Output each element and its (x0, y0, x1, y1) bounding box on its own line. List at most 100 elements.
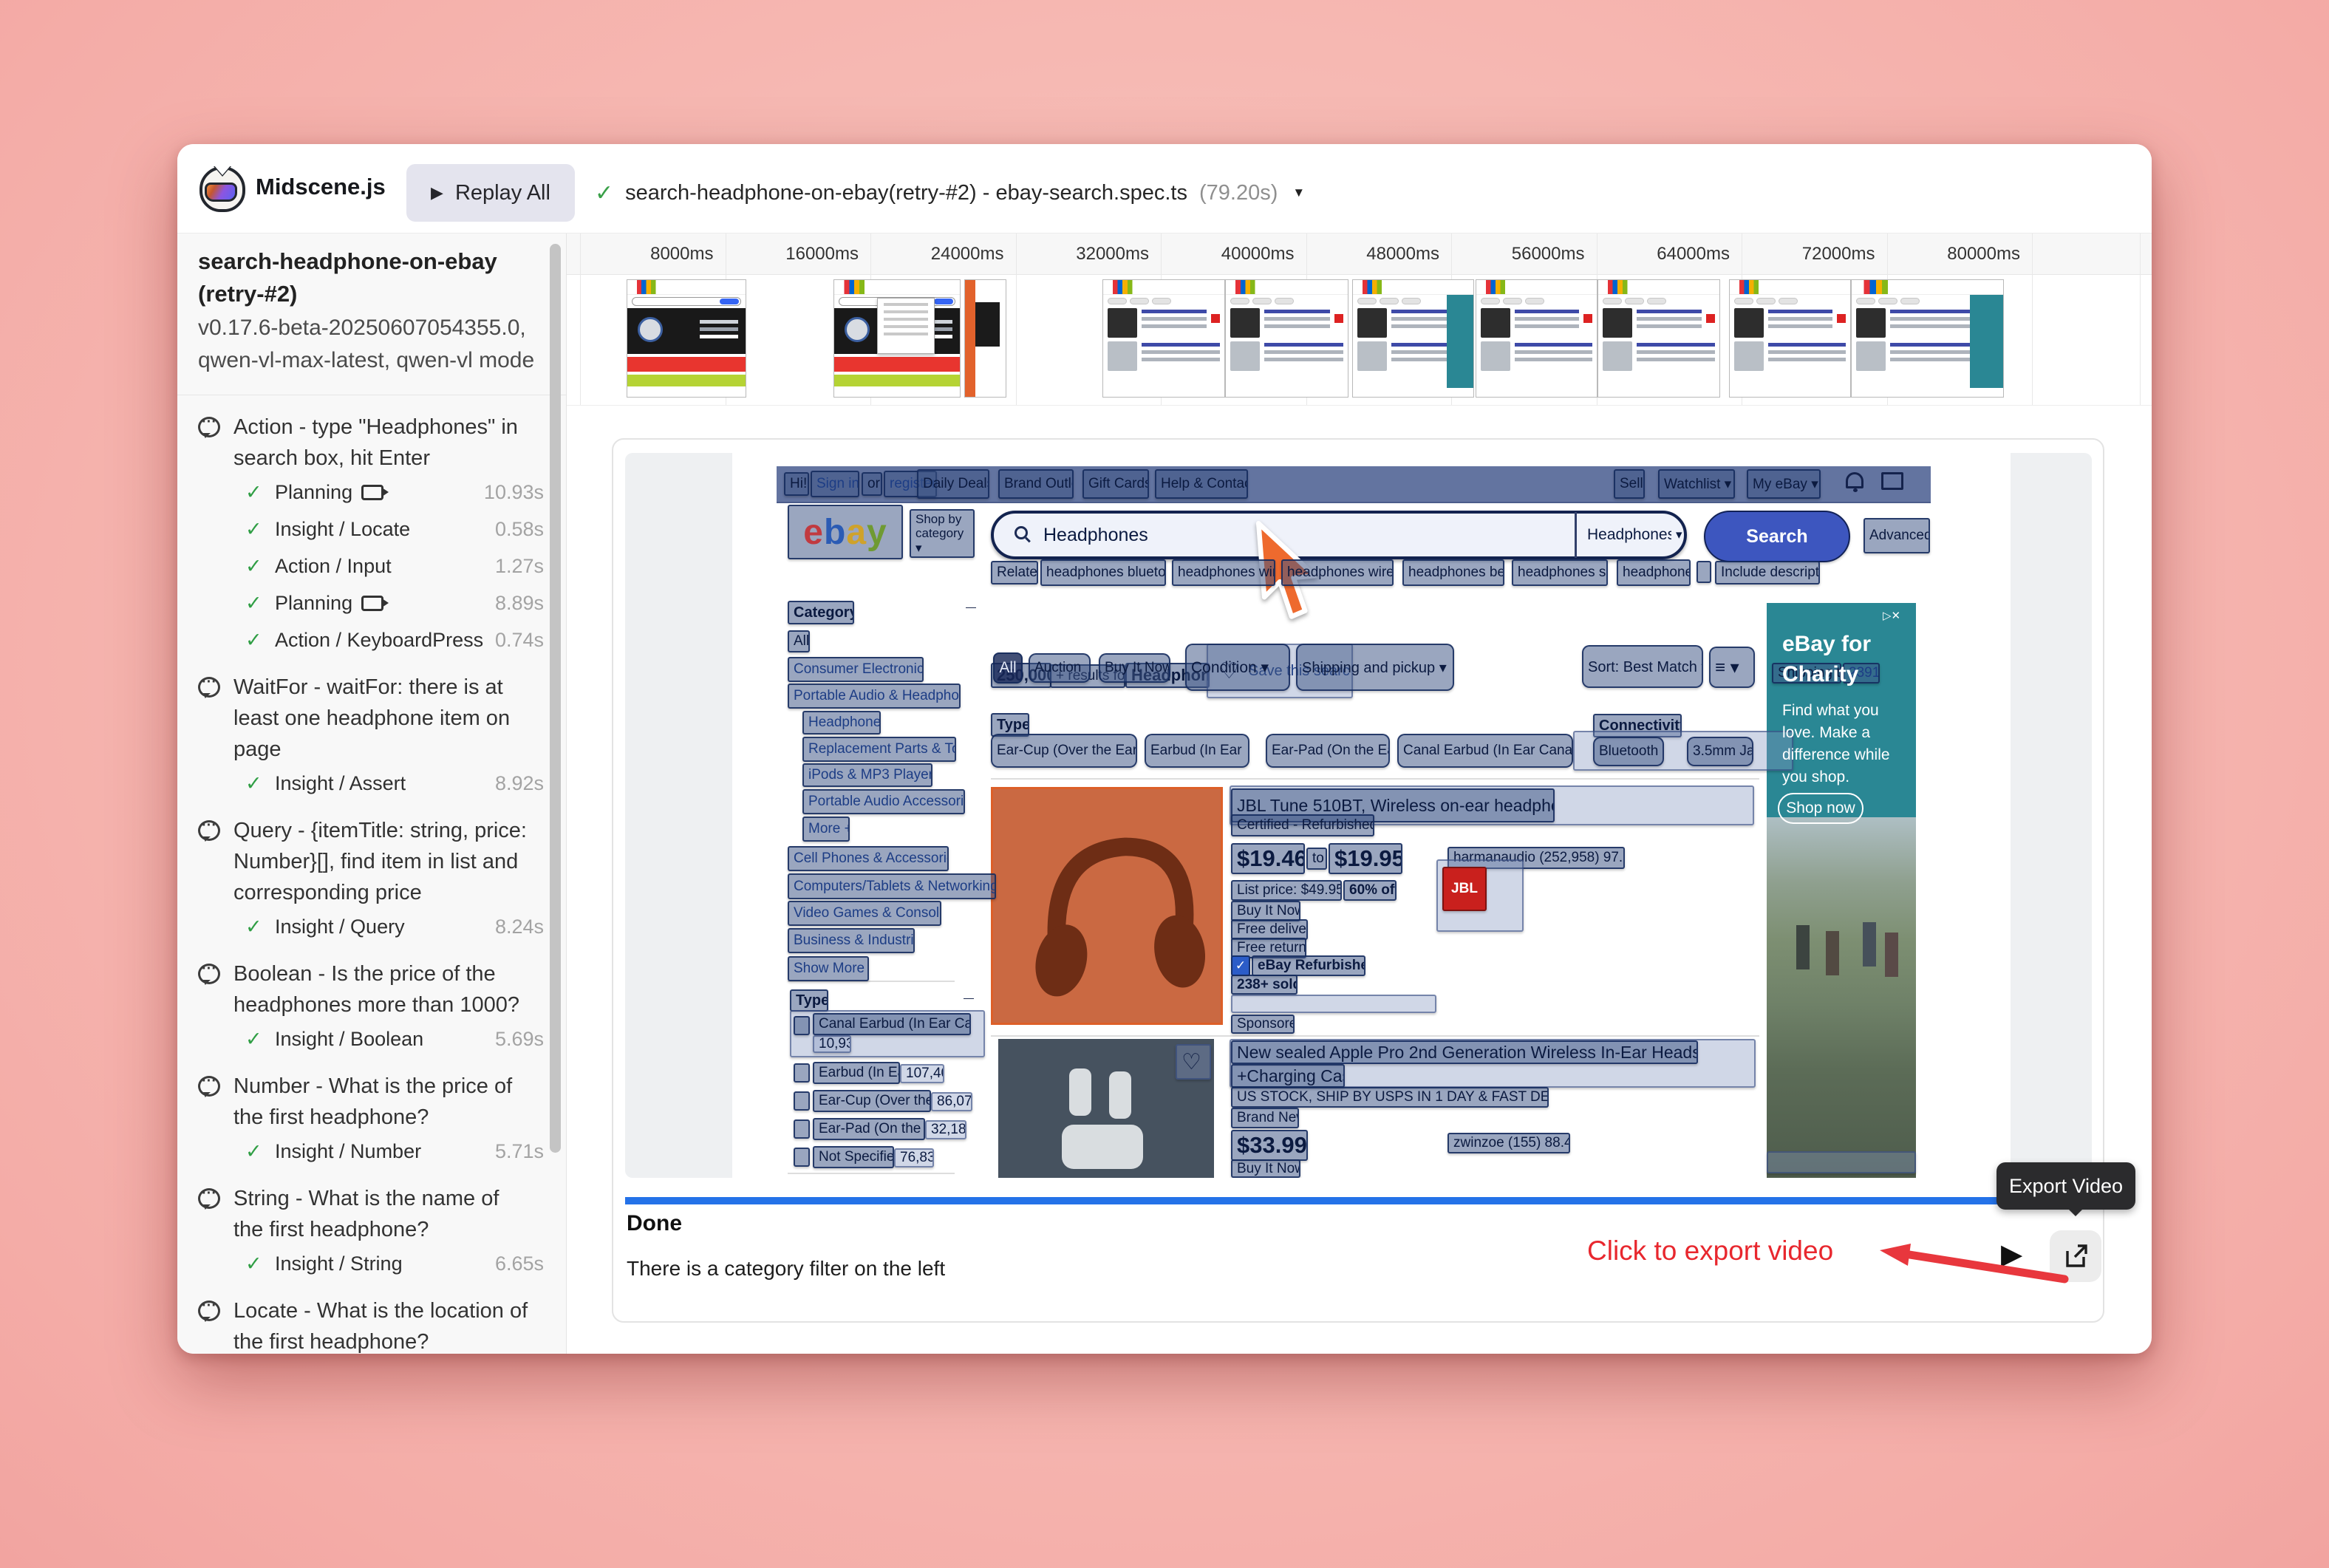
category-replacement-parts[interactable]: Replacement Parts & Tools (802, 737, 956, 762)
sidebar-scrollbar[interactable] (550, 244, 561, 1153)
search-scope[interactable]: Headphones (1583, 524, 1671, 546)
shop-by-category[interactable]: Shop by category ▾ (910, 509, 975, 558)
nav-my-ebay[interactable]: My eBay ▾ (1747, 469, 1821, 499)
step-row[interactable]: ✓Action / Input1.27s (198, 548, 547, 584)
connectivity-chip-jack[interactable]: 3.5mm Ja (1687, 737, 1753, 766)
related-chip-sony[interactable]: headphones sony (1512, 559, 1608, 586)
related-chip-wireless[interactable]: headphones wireless (1281, 559, 1394, 586)
type-row5-label[interactable]: Not Specified (813, 1146, 894, 1168)
category-ipods[interactable]: iPods & MP3 Players (802, 763, 932, 787)
step-row[interactable]: ✓Insight / Assert8.92s (198, 765, 547, 802)
category-portable-audio[interactable]: Portable Audio & Headphones (788, 684, 961, 709)
type-row5-checkbox[interactable] (794, 1148, 810, 1167)
group-text[interactable]: Action - type "Headphones" in search box… (233, 412, 533, 474)
timeline-thumbnail-6[interactable] (1476, 279, 1597, 398)
category-computers[interactable]: Computers/Tablets & Networking (788, 873, 996, 899)
type-row1-checkbox[interactable] (794, 1016, 810, 1035)
group-text[interactable]: WaitFor - waitFor: there is at least one… (233, 672, 533, 765)
item2-heart[interactable]: ♡ (1176, 1044, 1211, 1080)
step-row[interactable]: ✓Insight / Locate0.58s (198, 511, 547, 548)
advanced-link[interactable]: Advanced (1863, 518, 1930, 553)
filter-all[interactable]: All (993, 652, 1023, 684)
group-text[interactable]: Number - What is the price of the first … (233, 1071, 533, 1133)
category-headphones[interactable]: Headphones (802, 711, 881, 734)
group-text[interactable]: Locate - What is the location of the fir… (233, 1295, 533, 1354)
nav-help-contact[interactable]: Help & Contact (1155, 469, 1248, 499)
type-row4-checkbox[interactable] (794, 1119, 810, 1139)
timeline-thumbnail-8[interactable] (1729, 279, 1851, 398)
type-chip-ear-cup[interactable]: Ear-Cup (Over the Ear (991, 734, 1137, 768)
filter-buy-it-now[interactable]: Buy It Now (1099, 653, 1170, 683)
run-title-row[interactable]: ✓ search-headphone-on-ebay(retry-#2) - e… (595, 164, 1305, 222)
related-label: Related: (991, 561, 1038, 584)
timeline-thumbnail-5[interactable] (1352, 279, 1474, 398)
type-chip-earbud[interactable]: Earbud (In Ear (1145, 734, 1249, 768)
group-text[interactable]: Boolean - Is the price of the headphones… (233, 958, 533, 1020)
step-row[interactable]: ✓Insight / Query8.24s (198, 908, 547, 945)
timeline-thumbnail-4[interactable] (1225, 279, 1348, 398)
related-chip-beats[interactable]: headphones beats (1402, 559, 1504, 586)
type-row3-checkbox[interactable] (794, 1091, 810, 1111)
nav-brand-outlet[interactable]: Brand Outlet (998, 469, 1074, 499)
nav-watchlist[interactable]: Watchlist ▾ (1658, 469, 1735, 499)
step-row[interactable]: ✓Planning8.89s (198, 584, 547, 621)
timeline-thumbnail-2[interactable] (964, 279, 1006, 398)
category-show-more[interactable]: Show More + (788, 956, 869, 981)
type-row2-checkbox[interactable] (794, 1063, 810, 1083)
item2-buy-it-now: Buy It Now (1231, 1159, 1300, 1178)
category-consumer-electronics[interactable]: Consumer Electronics (788, 657, 924, 682)
video-camera-icon[interactable] (361, 485, 383, 500)
cart-icon[interactable] (1881, 472, 1903, 490)
step-row[interactable]: ✓Insight / Boolean5.69s (198, 1020, 547, 1057)
related-chip-more[interactable]: headphone... (1617, 559, 1691, 586)
category-portable-audio-accessories[interactable]: Portable Audio Accessories (802, 789, 965, 814)
sort-best-match[interactable]: Sort: Best Match ▾ (1582, 645, 1703, 688)
type-row2-label[interactable]: Earbud (In Ear (813, 1062, 900, 1084)
item1-image-highlighted[interactable] (991, 787, 1223, 1025)
group-text[interactable]: Query - {itemTitle: string, price: Numbe… (233, 815, 533, 908)
nav-daily-deals[interactable]: Daily Deals (917, 469, 989, 499)
timeline-gridline (1016, 234, 1017, 405)
category-all[interactable]: All (788, 630, 810, 652)
ebay-logo[interactable]: ebay (788, 505, 903, 559)
type-row1-label[interactable]: Canal Earbud (In Ear Canal) (813, 1013, 971, 1035)
category-business[interactable]: Business & Industrial (788, 928, 915, 953)
search-button[interactable]: Search (1704, 511, 1850, 562)
nav-sell[interactable]: Sell (1614, 469, 1645, 499)
timeline-thumbnail-1[interactable] (833, 279, 961, 398)
timeline-thumbnail-3[interactable] (1102, 279, 1225, 398)
replay-all-button[interactable]: ▶ Replay All (406, 164, 575, 222)
filter-shipping-pickup[interactable]: Shipping and pickup ▾ (1296, 644, 1454, 691)
type-row3-label[interactable]: Ear-Cup (Over the Ear (813, 1090, 931, 1112)
step-row[interactable]: ✓Action / KeyboardPress0.74s (198, 621, 547, 658)
step-row[interactable]: ✓Insight / Number5.71s (198, 1133, 547, 1170)
filter-auction[interactable]: Auction (1029, 653, 1091, 683)
item2-seller[interactable]: zwinzoe (155) 88.4% (1447, 1133, 1570, 1153)
nav-sign-in[interactable]: Sign in (811, 471, 859, 497)
group-text[interactable]: String - What is the name of the first h… (233, 1183, 533, 1245)
category-video-games[interactable]: Video Games & Consoles (788, 901, 941, 926)
filter-condition[interactable]: Condition ▾ (1185, 644, 1290, 691)
timeline-thumbnail-7[interactable] (1597, 279, 1720, 398)
view-switcher[interactable]: ≡ ▾ (1709, 647, 1755, 688)
category-cell-phones[interactable]: Cell Phones & Accessories (788, 846, 949, 871)
related-chip-wired[interactable]: headphones wired (1172, 559, 1275, 586)
related-chip-bluetooth[interactable]: headphones bluetooth (1040, 559, 1166, 586)
bell-icon[interactable] (1846, 472, 1863, 488)
timeline-thumbnail-0[interactable] (627, 279, 746, 398)
step-row[interactable]: ✓Insight / String6.65s (198, 1245, 547, 1282)
step-row[interactable]: ✓Planning10.93s (198, 474, 547, 511)
nav-gift-cards[interactable]: Gift Cards (1082, 469, 1149, 499)
type-row4-label[interactable]: Ear-Pad (On the Ear (813, 1118, 925, 1140)
video-camera-icon[interactable] (361, 596, 383, 611)
search-query[interactable]: Headphones (1039, 522, 1172, 548)
category-more[interactable]: More + (802, 817, 850, 842)
type-chip-canal-earbud[interactable]: Canal Earbud (In Ear Canal (1397, 734, 1573, 768)
item1-refurb-checkbox[interactable]: ✓ (1231, 955, 1250, 976)
ad-shop-now-button[interactable]: Shop now (1778, 793, 1863, 824)
item2-title-line1[interactable]: New sealed Apple Pro 2nd Generation Wire… (1231, 1040, 1698, 1064)
type-chip-ear-pad[interactable]: Ear-Pad (On the Ear (1266, 734, 1390, 768)
connectivity-chip-bluetooth[interactable]: Bluetooth (1593, 737, 1664, 766)
timeline-thumbnail-9[interactable] (1851, 279, 2004, 398)
include-description-checkbox[interactable] (1697, 561, 1711, 583)
